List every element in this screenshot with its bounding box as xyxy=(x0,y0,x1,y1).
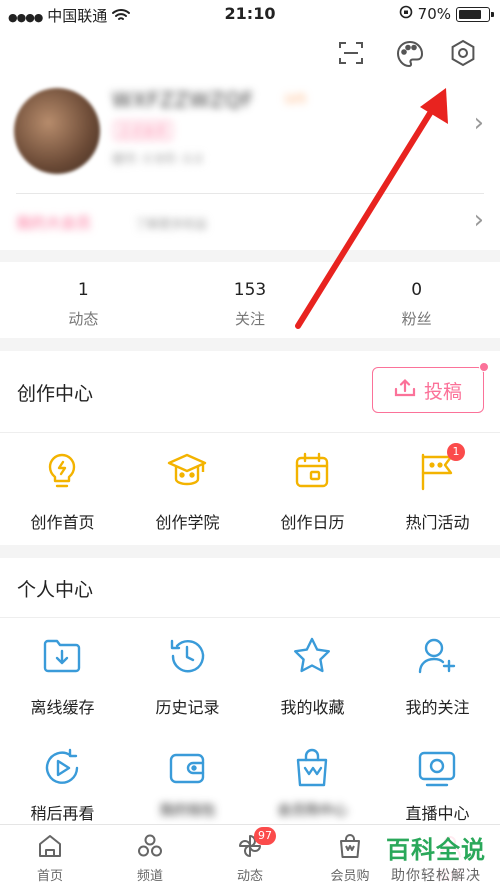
section-title: 创作中心 xyxy=(17,383,94,405)
add-user-icon xyxy=(415,634,459,678)
play-later-icon xyxy=(40,746,84,790)
item-label: 历史记录 xyxy=(155,698,220,717)
item-label: 创作日历 xyxy=(280,513,345,532)
item-label: 稍后再看 xyxy=(30,804,95,823)
tab-label: 首页 xyxy=(36,869,63,884)
divider xyxy=(16,193,484,194)
battery-icon xyxy=(456,6,494,22)
battery-percent: 70% xyxy=(417,5,451,23)
events-badge: 1 xyxy=(447,443,465,461)
personal-center: 个人中心 离线缓存 历史记录 我的收藏 我的关注 稍后再看 我的钱包 会员购中心… xyxy=(0,558,500,824)
creation-item-home[interactable]: 创作首页 xyxy=(0,433,125,545)
item-label: 创作学院 xyxy=(155,513,220,532)
item-label: 热门活动 xyxy=(405,513,470,532)
post-label: 投稿 xyxy=(423,380,462,403)
vip-badge: 正式会员 xyxy=(114,121,173,140)
tab-label: 频道 xyxy=(136,869,163,884)
personal-item-history[interactable]: 历史记录 xyxy=(125,618,250,730)
dynamics-badge: 97 xyxy=(254,827,276,845)
count-label: 动态 xyxy=(68,310,99,328)
tv-icon xyxy=(415,746,459,790)
lightbulb-icon xyxy=(40,449,84,493)
count-following[interactable]: 153 关注 xyxy=(167,262,334,338)
watermark: 百科全说 助你轻松解决 xyxy=(382,828,490,887)
wallet-icon xyxy=(165,746,209,790)
item-label: 创作首页 xyxy=(30,513,95,532)
scan-icon[interactable] xyxy=(336,38,366,68)
vip-promo[interactable]: 我的大会员 xyxy=(16,212,91,233)
creation-grid: 创作首页 创作学院 创作日历 1 热门活动 xyxy=(0,433,500,545)
username: WXFZZWZQF xyxy=(112,88,255,112)
count-value: 0 xyxy=(411,280,423,300)
post-button[interactable]: 投稿 xyxy=(372,362,489,413)
battery-group: 70% xyxy=(399,5,494,23)
notification-dot xyxy=(479,362,489,372)
tab-label: 动态 xyxy=(236,869,263,884)
orientation-lock-icon xyxy=(399,5,413,23)
creation-item-calendar[interactable]: 创作日历 xyxy=(250,433,375,545)
download-folder-icon xyxy=(40,634,84,678)
creation-center: 创作中心 投稿 创作首页 创作学院 创作日历 1 热门活动 xyxy=(0,351,500,545)
creation-header: 创作中心 投稿 xyxy=(0,351,500,433)
level-badge: LV5 xyxy=(285,92,307,106)
screen: ●●●● 中国联通 21:10 70% WXFZZWZQF LV5 正式会员 硬… xyxy=(0,0,500,889)
chevron-right-icon: › xyxy=(473,108,484,138)
chevron-right-icon: › xyxy=(473,205,484,235)
tab-home[interactable]: 首页 xyxy=(0,825,100,889)
watermark-subtitle: 助你轻松解决 xyxy=(391,868,481,884)
channels-icon xyxy=(138,834,162,857)
personal-grid: 离线缓存 历史记录 我的收藏 我的关注 稍后再看 我的钱包 会员购中心 直播中心 xyxy=(0,618,500,842)
item-label: 我的关注 xyxy=(405,698,470,717)
item-label: 我的钱包 xyxy=(159,803,216,819)
section-title: 个人中心 xyxy=(17,579,94,601)
item-label: 离线缓存 xyxy=(30,698,95,717)
settings-gear-icon[interactable] xyxy=(448,38,478,68)
top-toolbar xyxy=(0,30,500,80)
item-label: 我的收藏 xyxy=(280,698,345,717)
item-label: 会员购中心 xyxy=(277,803,348,819)
vip-promo-subtitle: 了解更多权益 xyxy=(135,217,208,231)
count-label: 关注 xyxy=(235,310,266,328)
status-bar: ●●●● 中国联通 21:10 70% xyxy=(0,0,500,30)
coin-stats: 硬币: 0 B币: 0.0 xyxy=(112,152,203,166)
graduation-cap-icon xyxy=(165,449,209,493)
theme-palette-icon[interactable] xyxy=(394,38,424,68)
star-icon xyxy=(290,634,334,678)
watermark-title: 百科全说 xyxy=(386,836,486,864)
tab-dynamics[interactable]: 97 动态 xyxy=(200,825,300,889)
creation-item-academy[interactable]: 创作学院 xyxy=(125,433,250,545)
personal-item-offline[interactable]: 离线缓存 xyxy=(0,618,125,730)
history-icon xyxy=(165,634,209,678)
profile-card[interactable]: WXFZZWZQF LV5 正式会员 硬币: 0 B币: 0.0 › 我的大会员… xyxy=(0,80,500,250)
upload-icon xyxy=(394,378,416,403)
count-label: 粉丝 xyxy=(401,310,432,328)
shop-bag-icon xyxy=(340,834,360,858)
creation-item-events[interactable]: 1 热门活动 xyxy=(375,433,500,545)
personal-item-following[interactable]: 我的关注 xyxy=(375,618,500,730)
count-value: 153 xyxy=(233,280,267,300)
avatar[interactable] xyxy=(14,88,100,174)
home-icon xyxy=(39,835,61,857)
count-value: 1 xyxy=(77,280,89,300)
item-label: 直播中心 xyxy=(405,804,470,823)
count-dynamics[interactable]: 1 动态 xyxy=(0,262,167,338)
tab-channels[interactable]: 频道 xyxy=(100,825,200,889)
shopping-bag-icon xyxy=(290,746,334,790)
calendar-icon xyxy=(290,449,334,493)
personal-item-favorites[interactable]: 我的收藏 xyxy=(250,618,375,730)
count-fans[interactable]: 0 粉丝 xyxy=(333,262,500,338)
personal-header: 个人中心 xyxy=(0,558,500,618)
counts-bar: 1 动态 153 关注 0 粉丝 xyxy=(0,262,500,338)
